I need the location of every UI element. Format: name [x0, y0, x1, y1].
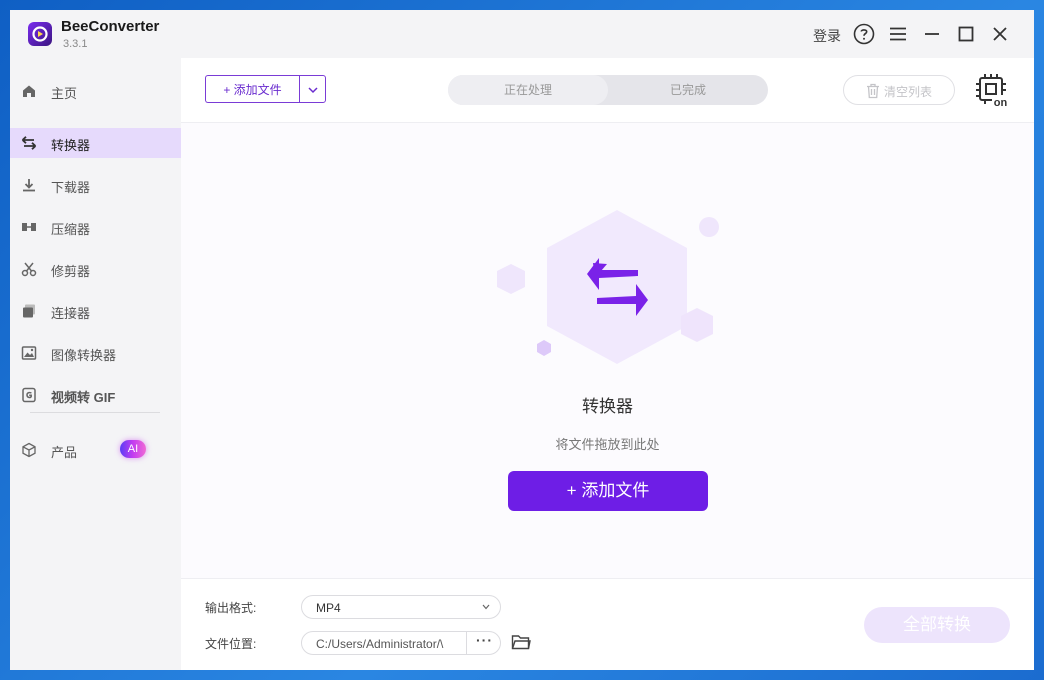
compress-icon [21, 219, 37, 235]
image-icon [21, 345, 37, 361]
file-location-label: 文件位置: [205, 637, 257, 651]
gif-icon [21, 387, 37, 403]
sidebar-item-label: 图像转换器 [51, 348, 117, 363]
sidebar-item-products[interactable]: 产品 AI [10, 435, 181, 465]
clear-list-label: 清空列表 [884, 85, 933, 99]
merge-icon [21, 303, 37, 319]
sidebar-item-home[interactable]: 主页 [10, 76, 181, 106]
sidebar-item-label: 转换器 [51, 138, 91, 153]
footer-settings: 输出格式: MP4 文件位置: C:/Users/Administrator/\… [181, 578, 1034, 670]
ai-badge: AI [120, 440, 146, 458]
sidebar-item-label: 修剪器 [51, 264, 91, 279]
hw-accel-status: on [994, 97, 1008, 108]
convert-arrows-icon [21, 135, 37, 151]
open-folder-icon[interactable] [511, 633, 531, 651]
primary-add-file-button[interactable]: + 添加文件 [508, 471, 708, 511]
sidebar-item-label: 视频转 GIF [51, 390, 116, 405]
status-tabs: 正在处理 已完成 [448, 75, 768, 105]
maximize-icon[interactable] [954, 22, 978, 46]
drop-files-hint: 将文件拖放到此处 [555, 437, 660, 452]
title-bar: BeeConverter 3.3.1 登录 [10, 10, 1034, 58]
sidebar-item-label: 主页 [51, 86, 78, 101]
menu-icon[interactable] [886, 22, 910, 46]
download-icon [21, 177, 37, 193]
sidebar-item-label: 连接器 [51, 306, 91, 321]
toolbar: + 添加文件 正在处理 已完成 清空列表 on [181, 58, 1034, 123]
trash-icon [867, 83, 879, 99]
app-name: BeeConverter [61, 18, 160, 35]
converter-illustration [491, 190, 731, 370]
app-version: 3.3.1 [63, 38, 88, 50]
sidebar-item-label: 压缩器 [51, 222, 91, 237]
cube-icon [21, 442, 37, 458]
file-location-value: C:/Users/Administrator/\ [316, 637, 444, 651]
output-format-value: MP4 [316, 601, 341, 615]
sidebar-item-converter[interactable]: 转换器 [10, 128, 181, 158]
sidebar-item-trimmer[interactable]: 修剪器 [10, 254, 181, 284]
add-file-button[interactable]: + 添加文件 [205, 75, 299, 103]
hexagon-background [547, 210, 687, 364]
output-format-select[interactable]: MP4 [301, 595, 501, 619]
convert-all-button[interactable]: 全部转换 [864, 607, 1010, 643]
help-icon[interactable] [852, 22, 876, 46]
home-icon [21, 83, 37, 99]
sidebar-item-downloader[interactable]: 下载器 [10, 170, 181, 200]
login-link[interactable]: 登录 [813, 26, 841, 46]
sidebar-item-merger[interactable]: 连接器 [10, 296, 181, 326]
main-panel: + 添加文件 正在处理 已完成 清空列表 on 转换器 将文件拖放到此处 + 添… [181, 58, 1034, 670]
chevron-down-icon [308, 87, 318, 94]
more-dots-icon: ··· [476, 632, 493, 648]
tab-processing[interactable]: 正在处理 [448, 75, 608, 105]
sidebar-item-label: 下载器 [51, 180, 91, 195]
close-icon[interactable] [988, 22, 1012, 46]
empty-state-title: 转换器 [582, 397, 633, 416]
more-options-button[interactable]: ··· [466, 632, 500, 654]
sidebar: 主页 转换器 下载器 压缩器 修剪器 连接器 图像转换器 视频转 GIF 产品 … [10, 58, 181, 670]
scissors-icon [21, 261, 37, 277]
sidebar-item-compressor[interactable]: 压缩器 [10, 212, 181, 242]
sidebar-item-video-to-gif[interactable]: 视频转 GIF [10, 380, 181, 410]
chevron-down-icon [482, 604, 490, 610]
file-location-field[interactable]: C:/Users/Administrator/\ ··· [301, 631, 501, 655]
output-format-label: 输出格式: [205, 601, 257, 615]
sidebar-item-image-converter[interactable]: 图像转换器 [10, 338, 181, 368]
app-window: BeeConverter 3.3.1 登录 主页 转换器 下载器 压缩器 修剪器… [10, 10, 1034, 670]
sidebar-divider [30, 412, 160, 413]
minimize-icon[interactable] [920, 22, 944, 46]
add-file-dropdown-button[interactable] [299, 75, 326, 103]
clear-list-button[interactable]: 清空列表 [843, 75, 955, 105]
hardware-acceleration-chip-icon[interactable]: on [973, 72, 1009, 109]
tab-completed[interactable]: 已完成 [608, 75, 768, 105]
app-logo-icon [28, 22, 52, 46]
sidebar-item-label: 产品 [51, 445, 78, 460]
